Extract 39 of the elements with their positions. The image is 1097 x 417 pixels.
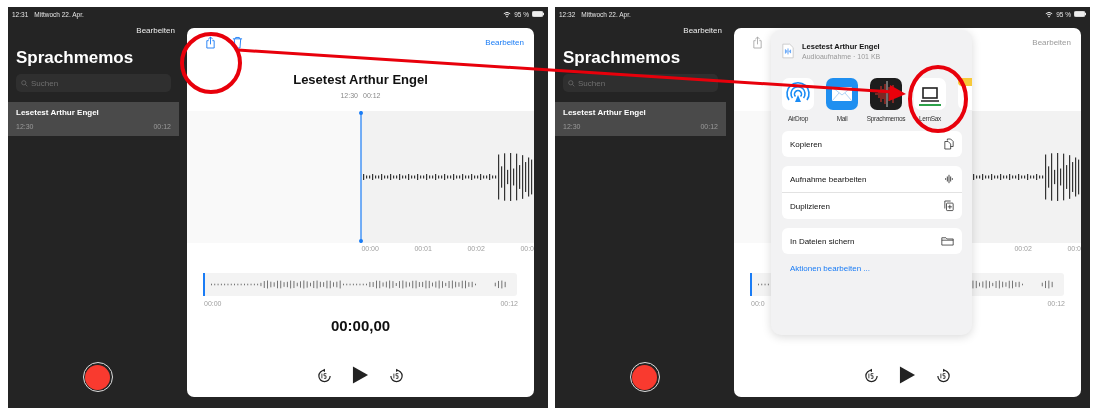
share-icon[interactable]	[205, 35, 216, 49]
waveform-icon	[944, 173, 954, 185]
recording-title: Lesetest Arthur Engel	[293, 72, 428, 87]
trash-icon[interactable]	[232, 35, 243, 49]
share-action-row[interactable]: Aufnahme bearbeiten	[782, 166, 962, 192]
laptop-icon[interactable]	[914, 78, 946, 110]
share-action-row[interactable]: Duplizieren	[782, 192, 962, 219]
share-action-row[interactable]: Kopieren	[782, 131, 962, 157]
folder-icon	[941, 236, 954, 246]
wifi-icon	[1045, 10, 1054, 18]
edit-link[interactable]: Bearbeiten	[683, 26, 722, 35]
memo-title: Lesetest Arthur Engel	[563, 108, 647, 117]
audio-file-icon	[782, 43, 794, 59]
app-title: Sprachmemos	[563, 48, 682, 68]
play-icon[interactable]	[899, 365, 916, 385]
app-title: Sprachmemos	[16, 48, 135, 68]
skip-back-icon[interactable]	[864, 367, 879, 383]
wifi-icon	[503, 10, 512, 18]
highlight-circle	[907, 65, 969, 133]
highlight-circle	[180, 32, 242, 94]
search-icon	[568, 79, 575, 87]
search-icon	[21, 79, 28, 87]
share-action-row[interactable]: In Dateien sichern	[782, 228, 962, 254]
battery-icon	[532, 11, 544, 17]
skip-forward-icon[interactable]	[389, 367, 404, 383]
envelope-icon[interactable]	[826, 78, 858, 110]
skip-back-icon[interactable]	[317, 367, 332, 383]
edit-actions-link[interactable]: Aktionen bearbeiten ...	[782, 264, 871, 273]
copy-icon	[944, 138, 954, 150]
memo-title: Lesetest Arthur Engel	[16, 108, 100, 117]
play-icon[interactable]	[352, 365, 369, 385]
playback-timer: 00:00,00	[329, 317, 392, 334]
edit-link[interactable]: Bearbeiten	[485, 37, 524, 47]
wireless-rings-icon[interactable]	[782, 78, 814, 110]
battery-icon	[1074, 11, 1086, 17]
skip-forward-icon[interactable]	[936, 367, 951, 383]
scrubber-waveform-drawing[interactable]	[203, 273, 517, 296]
edit-link[interactable]: Bearbeiten	[136, 26, 175, 35]
duplicate-icon	[944, 200, 954, 212]
